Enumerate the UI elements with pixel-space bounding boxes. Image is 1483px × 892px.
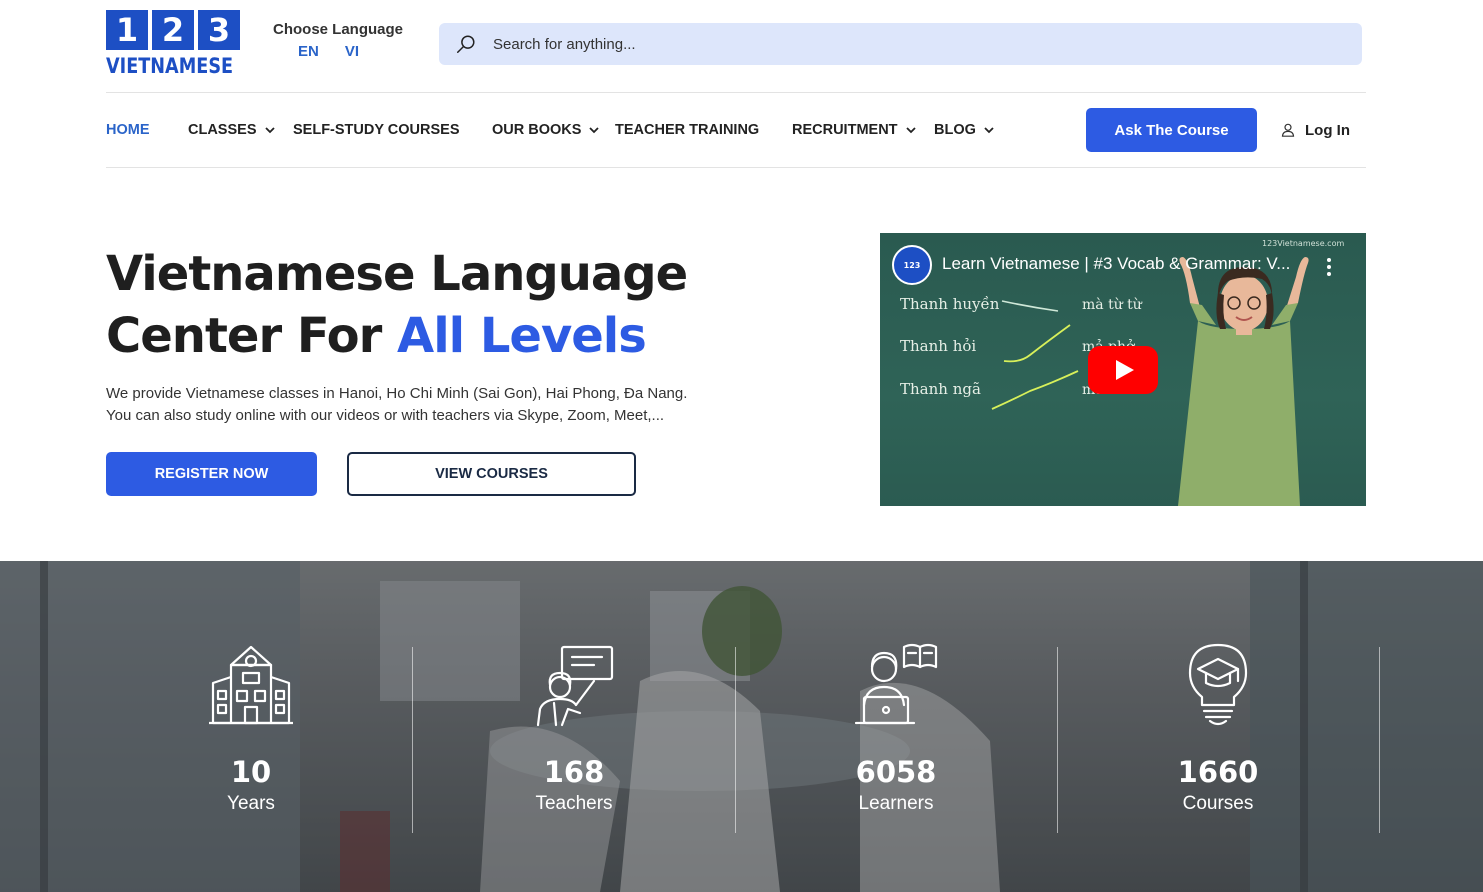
hero-title-line-1: Vietnamese Language [106, 246, 688, 302]
hero-description-line-2: You can also study online with our video… [106, 407, 665, 424]
nav-item-self-study-courses[interactable]: SELF-STUDY COURSES [293, 108, 460, 152]
stats-divider [1057, 647, 1058, 833]
nav-item-label: OUR BOOKS [492, 122, 582, 138]
chevron-down-icon [984, 127, 994, 134]
teacher-figure [1178, 257, 1309, 506]
stats-divider [735, 647, 736, 833]
search-bar[interactable] [439, 23, 1362, 65]
video-player[interactable]: Thanh huyền Thanh hỏi Thanh ngã mà từ từ… [880, 233, 1366, 506]
chevron-down-icon [264, 127, 275, 134]
stats-divider [412, 647, 413, 833]
video-watermark: 123Vietnamese.com [1262, 239, 1344, 248]
hero-description-line-1: We provide Vietnamese classes in Hanoi, … [106, 385, 688, 402]
nav-item-our-books[interactable]: OUR BOOKS [492, 108, 600, 152]
language-option-en[interactable]: EN [298, 43, 319, 60]
stat-teachers: 168 Teachers [474, 643, 674, 816]
nav-item-teacher-training[interactable]: TEACHER TRAINING [615, 108, 759, 152]
nav-item-label: BLOG [934, 122, 976, 138]
play-icon[interactable] [1088, 346, 1158, 394]
stat-label: Teachers [535, 793, 613, 814]
learner-laptop-icon [854, 643, 938, 725]
chevron-down-icon [589, 127, 600, 134]
stat-label: Learners [858, 793, 934, 814]
nav-item-label: TEACHER TRAINING [615, 122, 760, 138]
hero-title-prefix: Center For [106, 308, 398, 364]
nav-item-label: RECRUITMENT [792, 122, 898, 138]
search-input[interactable] [493, 35, 1293, 53]
stat-label: Courses [1182, 793, 1254, 814]
nav-item-recruitment[interactable]: RECRUITMENT [792, 108, 917, 152]
hero-title: Vietnamese Language Center For All Level… [106, 243, 688, 367]
board-line-3: Thanh ngã [900, 380, 981, 398]
teacher-board-icon [536, 645, 614, 727]
more-vert-icon[interactable] [1324, 257, 1334, 277]
stat-years: 10 Years [151, 643, 351, 816]
search-icon [457, 35, 475, 53]
board-line-1: Thanh huyền [900, 295, 1000, 313]
logo-digit-3: 3 [198, 10, 240, 50]
stat-number: 6058 [855, 755, 937, 789]
logo-wordmark: VIETNAMESE [106, 54, 234, 78]
hero-title-accent: All Levels [397, 308, 647, 364]
language-option-vi[interactable]: VI [345, 43, 359, 60]
graduation-bulb-icon [1188, 643, 1248, 726]
chevron-down-icon [905, 127, 916, 134]
stat-learners: 6058 Learners [796, 643, 996, 816]
stat-number: 1660 [1177, 755, 1259, 789]
logo-digit-1: 1 [106, 10, 148, 50]
channel-avatar[interactable]: 123 [892, 245, 932, 285]
nav-item-blog[interactable]: BLOG [934, 108, 995, 152]
logo-digits: 1 2 3 [106, 10, 240, 50]
nav-item-label: SELF-STUDY COURSES [293, 122, 460, 138]
stat-number: 10 [230, 755, 272, 789]
register-now-button[interactable]: REGISTER NOW [106, 452, 317, 496]
stat-label: Years [227, 793, 275, 814]
video-title[interactable]: Learn Vietnamese | #3 Vocab & Grammar: V… [942, 254, 1290, 274]
logo-digit-2: 2 [152, 10, 194, 50]
stat-number: 168 [543, 755, 605, 789]
login-link[interactable]: Log In [1281, 108, 1350, 152]
language-options: EN VI [298, 43, 403, 60]
login-label: Log In [1305, 121, 1350, 139]
ask-the-course-button[interactable]: Ask The Course [1086, 108, 1257, 152]
board-line-2: Thanh hỏi [900, 337, 976, 355]
nav-item-label: HOME [106, 122, 150, 138]
nav-item-classes[interactable]: CLASSES [188, 108, 276, 152]
user-icon [1281, 123, 1295, 137]
stat-courses: 1660 Courses [1118, 643, 1318, 816]
nav-divider [106, 167, 1366, 168]
nav-item-label: CLASSES [188, 122, 257, 138]
stats-divider [1379, 647, 1380, 833]
site-logo[interactable]: 1 2 3 VIETNAMESE [106, 10, 240, 79]
hero-title-line-2: Center For All Levels [106, 305, 687, 367]
board-word-1: mà từ từ [1082, 296, 1143, 313]
language-chooser: Choose Language EN VI [273, 21, 403, 60]
header-divider [106, 92, 1366, 93]
view-courses-button[interactable]: VIEW COURSES [347, 452, 636, 496]
stats-section: 10 Years 168 Teachers 6058 Learners 1660… [0, 561, 1483, 892]
school-building-icon [209, 645, 293, 725]
nav-item-home[interactable]: HOME [106, 108, 150, 152]
hero-description: We provide Vietnamese classes in Hanoi, … [106, 383, 706, 427]
language-chooser-title: Choose Language [273, 21, 404, 38]
